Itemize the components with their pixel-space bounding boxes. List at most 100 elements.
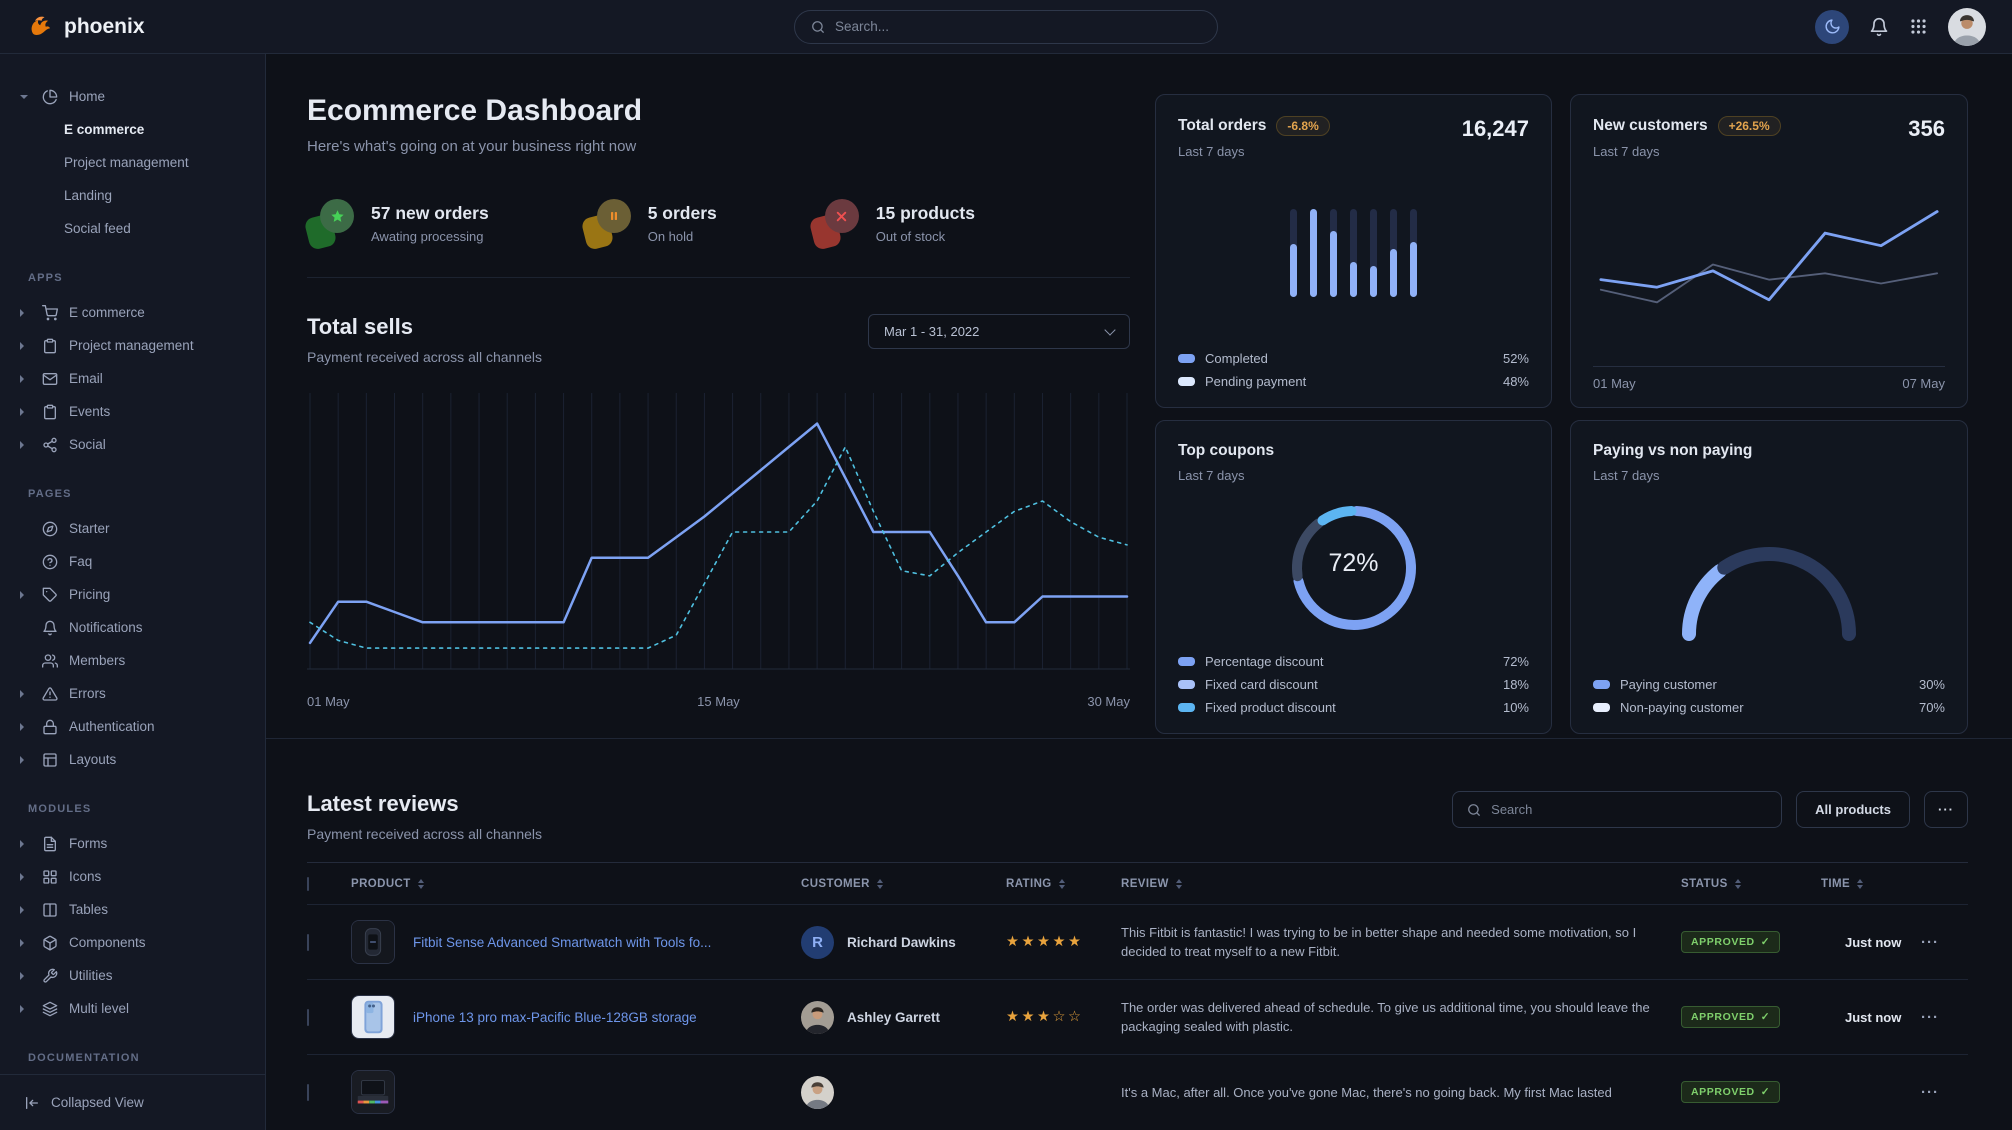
reviews-search-input[interactable] bbox=[1491, 802, 1767, 817]
customer-avatar bbox=[801, 1076, 834, 1109]
new-customers-svg bbox=[1593, 195, 1945, 335]
sidebar-item-authentication[interactable]: Authentication bbox=[0, 710, 265, 743]
sidebar-item-notifications[interactable]: Notifications bbox=[0, 611, 265, 644]
column-header-review[interactable]: REVIEW bbox=[1121, 878, 1681, 890]
x-icon bbox=[825, 199, 859, 233]
new-customers-card: New customers +26.5% Last 7 days 356 01 … bbox=[1570, 94, 1968, 408]
status-badge: APPROVED✓ bbox=[1681, 1081, 1780, 1103]
sidebar-item-events[interactable]: Events bbox=[0, 395, 265, 428]
sidebar-item-home[interactable]: Home bbox=[0, 80, 265, 113]
column-header-time[interactable]: TIME bbox=[1821, 878, 1921, 890]
card-caption: Last 7 days bbox=[1593, 144, 1781, 159]
bell-icon bbox=[1869, 17, 1889, 37]
sidebar-nav: HomeE commerceProject managementLandingS… bbox=[0, 54, 265, 1074]
product-thumbnail bbox=[351, 920, 395, 964]
product-thumbnail bbox=[351, 1070, 395, 1114]
status-label: APPROVED bbox=[1691, 936, 1755, 948]
sidebar-item-members[interactable]: Members bbox=[0, 644, 265, 677]
paying-legend-item: Paying customer30% bbox=[1593, 673, 1945, 696]
row-menu-button[interactable]: ··· bbox=[1921, 1084, 1939, 1101]
x-stat-icon bbox=[812, 199, 860, 247]
caret-right-icon bbox=[20, 756, 35, 764]
sidebar-subitem-landing[interactable]: Landing bbox=[0, 179, 265, 212]
row-checkbox[interactable] bbox=[307, 1084, 309, 1101]
wrench-icon bbox=[42, 968, 58, 984]
sidebar-item-label: Tables bbox=[69, 902, 108, 917]
brand-logo[interactable]: phoenix bbox=[26, 12, 145, 41]
all-products-button[interactable]: All products bbox=[1796, 791, 1910, 828]
order-bar-fill bbox=[1290, 244, 1297, 297]
rating-stars: ★★★☆☆ bbox=[1006, 1009, 1121, 1025]
stat-headline: 15 products bbox=[876, 203, 975, 224]
row-menu-button[interactable]: ··· bbox=[1921, 1009, 1939, 1026]
sidebar-subitem-social-feed[interactable]: Social feed bbox=[0, 212, 265, 245]
global-search bbox=[794, 10, 1218, 44]
coupons-legend-item: Percentage discount72% bbox=[1178, 650, 1529, 673]
sidebar-item-label: Utilities bbox=[69, 968, 113, 983]
apps-menu-button[interactable] bbox=[1909, 17, 1928, 36]
column-label: STATUS bbox=[1681, 878, 1728, 890]
search-icon bbox=[1467, 803, 1481, 817]
sidebar-item-forms[interactable]: Forms bbox=[0, 827, 265, 860]
date-range-value: Mar 1 - 31, 2022 bbox=[884, 324, 979, 339]
caret-right-icon bbox=[20, 309, 35, 317]
column-header-product[interactable]: PRODUCT bbox=[351, 878, 801, 890]
coupons-legend-item: Fixed product discount10% bbox=[1178, 696, 1529, 719]
sidebar-item-project-management[interactable]: Project management bbox=[0, 329, 265, 362]
row-checkbox[interactable] bbox=[307, 1009, 309, 1026]
legend-label: Percentage discount bbox=[1205, 654, 1324, 669]
sidebar-item-layouts[interactable]: Layouts bbox=[0, 743, 265, 776]
sidebar-subitem-e-commerce[interactable]: E commerce bbox=[0, 113, 265, 146]
date-range-select[interactable]: Mar 1 - 31, 2022 bbox=[868, 314, 1130, 349]
column-header-rating[interactable]: RATING bbox=[1006, 878, 1121, 890]
select-all-checkbox[interactable] bbox=[307, 877, 309, 891]
sidebar-item-faq[interactable]: Faq bbox=[0, 545, 265, 578]
sort-icon bbox=[1857, 879, 1863, 889]
sidebar-section-label-modules: MODULES bbox=[0, 776, 265, 827]
sidebar-item-email[interactable]: Email bbox=[0, 362, 265, 395]
sidebar-item-starter[interactable]: Starter bbox=[0, 512, 265, 545]
status-label: APPROVED bbox=[1691, 1086, 1755, 1098]
moon-icon bbox=[1824, 18, 1841, 35]
reviews-more-button[interactable]: ··· bbox=[1924, 791, 1968, 828]
notifications-button[interactable] bbox=[1869, 17, 1889, 37]
user-avatar[interactable] bbox=[1948, 8, 1986, 46]
sidebar-item-e-commerce[interactable]: E commerce bbox=[0, 296, 265, 329]
column-header-status[interactable]: STATUS bbox=[1681, 878, 1821, 890]
legend-value: 10% bbox=[1503, 700, 1529, 715]
caret-right-icon bbox=[20, 972, 35, 980]
collapse-sidebar-button[interactable]: Collapsed View bbox=[0, 1074, 265, 1130]
row-menu-button[interactable]: ··· bbox=[1921, 934, 1939, 951]
stat-text: 15 productsOut of stock bbox=[876, 203, 975, 244]
product-link[interactable]: iPhone 13 pro max-Pacific Blue-128GB sto… bbox=[413, 1010, 697, 1025]
clipboard-icon bbox=[42, 404, 58, 420]
new-customers-x-axis: 01 May 07 May bbox=[1593, 366, 1945, 391]
sidebar-item-social[interactable]: Social bbox=[0, 428, 265, 461]
table-row: Fitbit Sense Advanced Smartwatch with To… bbox=[307, 904, 1968, 979]
total-orders-card: Total orders -6.8% Last 7 days 16,247 Co… bbox=[1155, 94, 1552, 408]
sidebar-item-tables[interactable]: Tables bbox=[0, 893, 265, 926]
check-icon: ✓ bbox=[1761, 936, 1770, 948]
caret-right-icon bbox=[20, 441, 35, 449]
sidebar-item-label: Members bbox=[69, 653, 125, 668]
sidebar-item-components[interactable]: Components bbox=[0, 926, 265, 959]
coupons-legend: Percentage discount72%Fixed card discoun… bbox=[1178, 650, 1529, 719]
sidebar-item-multi-level[interactable]: Multi level bbox=[0, 992, 265, 1025]
sidebar-subitem-project-management[interactable]: Project management bbox=[0, 146, 265, 179]
theme-toggle-button[interactable] bbox=[1815, 10, 1849, 44]
column-header-customer[interactable]: CUSTOMER bbox=[801, 878, 1006, 890]
card-title: Total orders bbox=[1178, 117, 1266, 135]
row-menu-cell: ··· bbox=[1921, 934, 1968, 951]
sidebar-item-pricing[interactable]: Pricing bbox=[0, 578, 265, 611]
new-customers-value: 356 bbox=[1908, 116, 1945, 142]
sidebar-item-errors[interactable]: Errors bbox=[0, 677, 265, 710]
sidebar-item-utilities[interactable]: Utilities bbox=[0, 959, 265, 992]
status-label: APPROVED bbox=[1691, 1011, 1755, 1023]
row-checkbox[interactable] bbox=[307, 934, 309, 951]
legend-swatch bbox=[1178, 680, 1195, 689]
row-menu-cell: ··· bbox=[1921, 1009, 1968, 1026]
sidebar-item-icons[interactable]: Icons bbox=[0, 860, 265, 893]
global-search-input[interactable] bbox=[835, 19, 1201, 34]
product-link[interactable]: Fitbit Sense Advanced Smartwatch with To… bbox=[413, 935, 711, 950]
search-icon bbox=[811, 20, 825, 34]
